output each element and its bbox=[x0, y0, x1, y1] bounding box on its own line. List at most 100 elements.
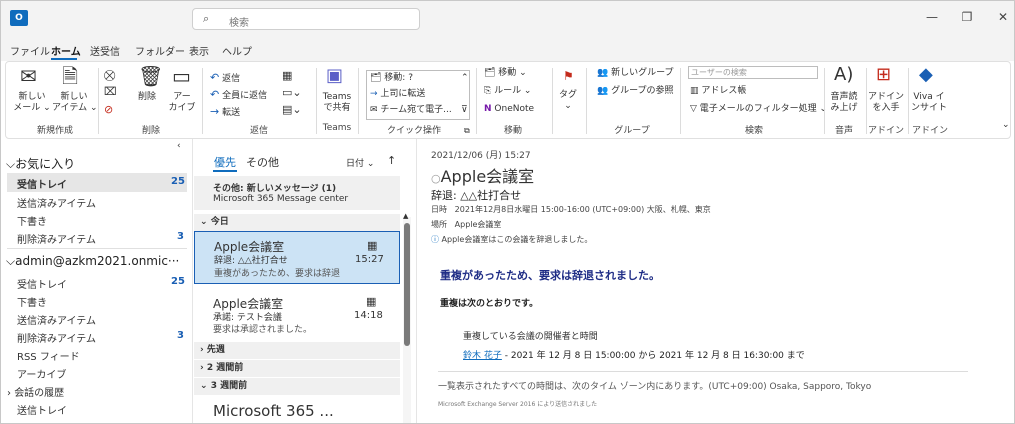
new-mail-button[interactable]: 新しい メール ⌄ bbox=[12, 92, 52, 114]
other-notice-sender: Microsoft 365 Message center bbox=[213, 194, 349, 204]
viva-insights-button[interactable]: Viva インサイト bbox=[910, 92, 948, 114]
account-header[interactable]: ⌵admin@azkm2021.onmic··· bbox=[6, 254, 179, 269]
move-button[interactable]: 🗂 移動 ⌄ bbox=[484, 68, 527, 79]
folder-conversation-history[interactable]: › 会話の履歴 bbox=[7, 384, 64, 399]
group-label-delete: 削除 bbox=[141, 126, 160, 136]
more-respond-icon[interactable]: ▤⌄ bbox=[282, 102, 302, 118]
ribbon-expand-icon[interactable]: ⌄ bbox=[1002, 120, 1010, 131]
other-notice[interactable]: その他: 新しいメッセージ (1) Microsoft 365 Message … bbox=[194, 176, 400, 210]
new-item-button[interactable]: 新しい アイテム ⌄ bbox=[52, 92, 98, 114]
favorite-deleted[interactable]: 削除済みアイテム bbox=[17, 231, 96, 246]
close-icon[interactable]: ✕ bbox=[993, 10, 1013, 26]
reading-pane: 2021/12/06 (月) 15:27 ○Apple会議室 辞退: △△社打合… bbox=[418, 139, 1014, 423]
search-people-input[interactable]: ユーザーの検索 bbox=[688, 66, 818, 79]
list-item[interactable]: Apple会議室 辞退: △△社打合せ 重複があったため、要求は辞退 ▦ 15:… bbox=[194, 231, 400, 284]
tab-other[interactable]: その他 bbox=[246, 154, 279, 170]
onenote-button[interactable]: N OneNote bbox=[484, 104, 534, 115]
ignore-icon[interactable]: ⛒ bbox=[104, 68, 115, 84]
reply-icon: ↶ bbox=[210, 71, 220, 84]
separator bbox=[202, 68, 203, 134]
folder-archive[interactable]: アーカイブ bbox=[17, 366, 66, 381]
message-sender[interactable]: Microsoft 365 ... bbox=[213, 402, 334, 420]
favorite-inbox[interactable]: 受信トレイ bbox=[17, 176, 67, 191]
delete-button[interactable]: 削除 bbox=[132, 92, 162, 103]
restore-icon[interactable]: ❐ bbox=[957, 10, 977, 26]
search-box[interactable]: ⌕ 検索 bbox=[192, 8, 420, 30]
separator bbox=[586, 68, 587, 134]
browse-groups-button[interactable]: 👥 グループの参照 bbox=[597, 86, 674, 97]
get-addins-button[interactable]: アドイン を入手 bbox=[868, 92, 904, 114]
read-aloud-button[interactable]: 音声読 み上げ bbox=[826, 92, 862, 114]
folder-sent[interactable]: 送信済みアイテム bbox=[17, 312, 96, 327]
group-header-last-week[interactable]: › 先週 bbox=[194, 342, 400, 359]
archive-icon: ▭ bbox=[172, 64, 191, 88]
separator bbox=[98, 68, 99, 134]
favorite-drafts[interactable]: 下書き bbox=[17, 213, 47, 228]
folder-inbox[interactable]: 受信トレイ bbox=[17, 276, 67, 291]
new-group-button[interactable]: 👥 新しいグループ bbox=[597, 68, 674, 79]
favorite-sent[interactable]: 送信済みアイテム bbox=[17, 195, 96, 210]
reading-subject: 辞退: △△社打合せ bbox=[431, 189, 522, 202]
dialog-launcher-icon[interactable]: ⧉ bbox=[464, 125, 470, 136]
filter-icon: ▽ bbox=[690, 104, 697, 114]
menu-folder[interactable]: フォルダー bbox=[135, 43, 185, 58]
tab-focused[interactable]: 優先 bbox=[214, 154, 236, 170]
quick-step-forward-boss[interactable]: → 上司に転送 bbox=[370, 89, 425, 100]
other-notice-title: その他: 新しいメッセージ (1) bbox=[213, 184, 337, 194]
sort-dropdown[interactable]: 日付 ⌄ bbox=[346, 156, 374, 169]
body-heading: 重複があったため、要求は辞退されました。 bbox=[440, 269, 660, 282]
list-item[interactable]: Apple会議室 承諾: テスト会議 要求は承認されました。 ▦ 14:18 bbox=[194, 289, 400, 339]
scrollbar-thumb[interactable] bbox=[404, 223, 410, 346]
forward-button[interactable]: → 転送 bbox=[210, 104, 240, 120]
menu-home[interactable]: ホーム bbox=[51, 43, 81, 58]
menu-view[interactable]: 表示 bbox=[189, 43, 209, 58]
minimize-icon[interactable]: — bbox=[922, 10, 942, 26]
unread-count: 3 bbox=[177, 330, 184, 341]
share-teams-button[interactable]: Teams で共有 bbox=[318, 92, 356, 114]
folder-deleted[interactable]: 削除済みアイテム bbox=[17, 330, 96, 345]
timezone-note: 一覧表示されたすべての時間は、次のタイム ゾーン内にあります。(UTC+09:0… bbox=[438, 382, 872, 392]
junk-icon[interactable]: ⊘ bbox=[104, 102, 113, 118]
group-label-speech: 音声 bbox=[834, 126, 853, 136]
meeting-icon[interactable]: ▦ bbox=[282, 68, 292, 84]
address-book-button[interactable]: ▥ アドレス帳 bbox=[690, 86, 746, 97]
scroll-up-icon[interactable]: ⌃ bbox=[461, 73, 469, 84]
meeting-declined-icon: ▦ bbox=[367, 239, 378, 252]
folder-drafts[interactable]: 下書き bbox=[17, 294, 47, 309]
group-header-2-weeks[interactable]: › 2 週間前 bbox=[194, 360, 400, 377]
tab-indicator bbox=[213, 170, 237, 172]
scroll-up-icon[interactable]: ▲ bbox=[403, 212, 408, 220]
quick-step-move[interactable]: 🗂 移動: ? bbox=[370, 73, 413, 84]
archive-button[interactable]: アー カイブ bbox=[166, 92, 198, 114]
expand-icon[interactable]: ⊽ bbox=[461, 105, 468, 116]
cleanup-icon[interactable]: ⌧ bbox=[104, 84, 117, 100]
reply-all-button[interactable]: ↶ 全員に返信 bbox=[210, 87, 267, 103]
group-label-find: 検索 bbox=[744, 126, 763, 136]
menu-file[interactable]: ファイル bbox=[10, 43, 50, 58]
forward-icon: → bbox=[210, 105, 220, 118]
group-label-new: 新規作成 bbox=[36, 126, 73, 136]
folder-list: 受信トレイ 25 送信済みアイテム 下書き 削除済みアイテム 3 ⌵admin@… bbox=[1, 139, 193, 423]
folder-rss[interactable]: RSS フィード bbox=[17, 348, 80, 363]
organizer-link[interactable]: 鈴木 花子 bbox=[463, 351, 502, 361]
search-placeholder: 検索 bbox=[229, 18, 249, 29]
divider bbox=[438, 371, 968, 372]
group-header-3-weeks[interactable]: ⌄ 3 週間前 bbox=[194, 378, 400, 395]
rules-button[interactable]: ⎘ ルール ⌄ bbox=[484, 86, 531, 97]
menu-send-receive[interactable]: 送受信 bbox=[90, 43, 120, 58]
conflict-title: 重複している会議の開催者と時間 bbox=[463, 332, 598, 342]
separator bbox=[824, 68, 825, 134]
group-header-today[interactable]: ⌄ 今日 bbox=[194, 214, 400, 231]
get-addins-icon: ⊞ bbox=[876, 64, 892, 85]
sort-direction-icon[interactable]: ↑ bbox=[387, 154, 396, 167]
new-mail-icon: ✉ bbox=[20, 64, 37, 88]
reply-button[interactable]: ↶ 返信 bbox=[210, 70, 240, 86]
conflict-line: 鈴木 花子 - 2021 年 12 月 8 日 15:00:00 から 2021… bbox=[463, 351, 805, 361]
filter-email-button[interactable]: ▽ 電子メールのフィルター処理 ⌄ bbox=[690, 104, 827, 115]
menu-help[interactable]: ヘルプ bbox=[222, 43, 252, 58]
im-icon[interactable]: ▭⌄ bbox=[282, 85, 302, 101]
folder-outbox[interactable]: 送信トレイ bbox=[17, 402, 67, 417]
quick-step-team-mail[interactable]: ✉ チーム宛て電子... bbox=[370, 105, 452, 116]
divider bbox=[7, 248, 187, 249]
tags-button[interactable]: タグ ⌄ bbox=[556, 90, 580, 112]
